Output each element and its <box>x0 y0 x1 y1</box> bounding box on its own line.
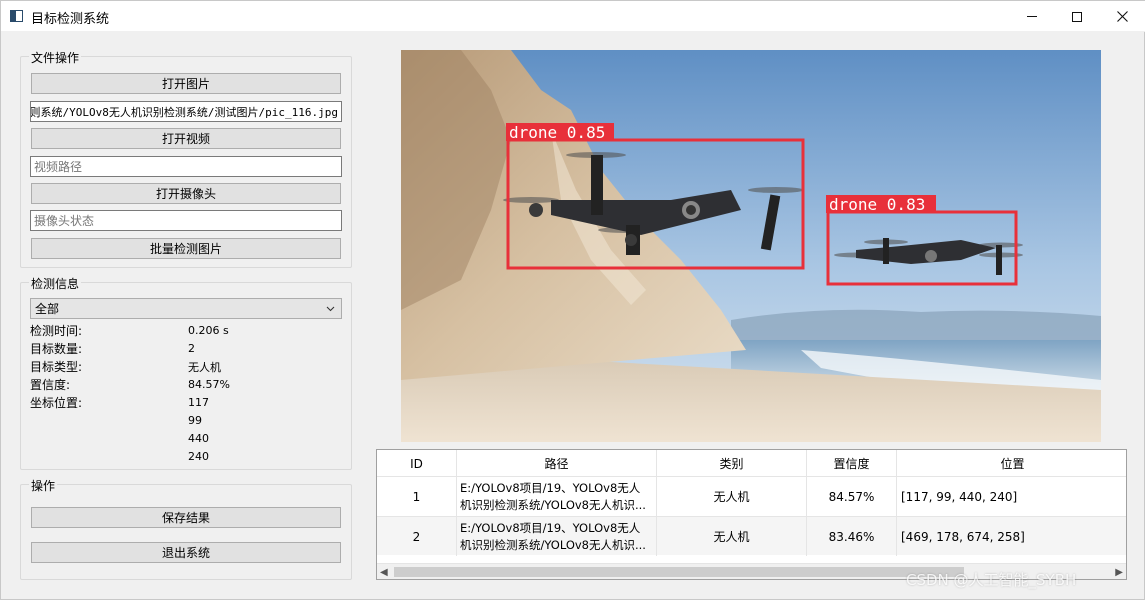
camera-status-field[interactable]: 摄像头状态 <box>30 210 342 231</box>
col-header-confidence[interactable]: 置信度 <box>807 450 897 477</box>
target-count-label: 目标数量: <box>30 342 83 356</box>
cell-path-line1: E:/YOLOv8项目/19、YOLOv8无人 <box>460 520 641 535</box>
bbox-label-2: drone 0.83 <box>829 195 925 214</box>
confidence-label: 置信度: <box>30 378 71 392</box>
cell-path: E:/YOLOv8项目/19、YOLOv8无人 机识别检测系统/YOLOv8无人… <box>457 477 657 516</box>
app-window: 目标检测系统 文件操作 打开图片 则系统/YOLOv8无人机识别检测系统/测试图… <box>0 0 1145 600</box>
table-row[interactable]: 1 E:/YOLOv8项目/19、YOLOv8无人 机识别检测系统/YOLOv8… <box>377 476 1126 516</box>
window-title: 目标检测系统 <box>31 12 110 27</box>
ops-group: 操作 <box>20 477 352 580</box>
cell-path: E:/YOLOv8项目/19、YOLOv8无人 机识别检测系统/YOLOv8无人… <box>457 517 657 556</box>
chevron-down-icon <box>326 306 335 312</box>
close-icon <box>1116 11 1128 22</box>
open-camera-button[interactable]: 打开摄像头 <box>31 183 341 204</box>
watermark: CSDN @人工智能_SYBH <box>906 571 1077 589</box>
camera-status-placeholder: 摄像头状态 <box>34 214 95 228</box>
table-row[interactable]: 2 E:/YOLOv8项目/19、YOLOv8无人 机识别检测系统/YOLOv8… <box>377 516 1126 556</box>
save-result-button[interactable]: 保存结果 <box>31 507 341 528</box>
table-header: ID 路径 类别 置信度 位置 <box>377 450 1126 477</box>
detection-scene: drone 0.85 drone 0.83 <box>401 50 1101 442</box>
coord-xmax-value: 440 <box>188 432 209 445</box>
minimize-button[interactable] <box>1009 1 1055 32</box>
target-filter-select[interactable]: 全部 <box>30 298 342 319</box>
maximize-icon <box>1072 11 1082 22</box>
cell-position: [469, 178, 674, 258] <box>901 529 1025 544</box>
detect-info-title: 检测信息 <box>29 275 82 292</box>
cell-class: 无人机 <box>657 517 807 556</box>
open-video-button[interactable]: 打开视频 <box>31 128 341 149</box>
cell-class: 无人机 <box>657 477 807 516</box>
minimize-icon <box>1027 16 1037 17</box>
video-path-placeholder: 视频路径 <box>34 160 83 174</box>
cell-confidence: 84.57% <box>807 477 897 516</box>
col-header-path[interactable]: 路径 <box>457 450 657 477</box>
title-bar: 目标检测系统 <box>1 1 1145 32</box>
image-path-value: 则系统/YOLOv8无人机识别检测系统/测试图片/pic_116.jpg <box>30 105 338 119</box>
target-type-label: 目标类型: <box>30 360 83 374</box>
file-ops-title: 文件操作 <box>29 49 82 66</box>
ops-title: 操作 <box>29 477 58 494</box>
col-header-position[interactable]: 位置 <box>897 450 1126 477</box>
image-path-field[interactable]: 则系统/YOLOv8无人机识别检测系统/测试图片/pic_116.jpg <box>30 101 342 122</box>
batch-detect-button[interactable]: 批量检测图片 <box>31 238 341 259</box>
app-window-icon <box>10 10 23 22</box>
scroll-right-icon[interactable]: ▶ <box>1115 567 1123 578</box>
video-path-field[interactable]: 视频路径 <box>30 156 342 177</box>
confidence-value: 84.57% <box>188 378 230 391</box>
cell-id: 2 <box>377 517 457 556</box>
detect-time-label: 检测时间: <box>30 324 83 338</box>
cell-confidence: 83.46% <box>807 517 897 556</box>
detect-time-value: 0.206 s <box>188 324 229 337</box>
col-header-class[interactable]: 类别 <box>657 450 807 477</box>
col-header-id[interactable]: ID <box>377 450 457 477</box>
exit-system-button[interactable]: 退出系统 <box>31 542 341 563</box>
cell-path-line2: 机识别检测系统/YOLOv8无人机识... <box>460 497 646 512</box>
coord-ymin-value: 99 <box>188 414 202 427</box>
target-type-value: 无人机 <box>188 361 221 374</box>
target-count-value: 2 <box>188 342 195 355</box>
open-image-button[interactable]: 打开图片 <box>31 73 341 94</box>
cell-path-line1: E:/YOLOv8项目/19、YOLOv8无人 <box>460 480 641 495</box>
close-button[interactable] <box>1099 1 1145 32</box>
cell-id: 1 <box>377 477 457 516</box>
coord-label: 坐标位置: <box>30 396 83 410</box>
cell-path-line2: 机识别检测系统/YOLOv8无人机识... <box>460 537 646 552</box>
detection-image: drone 0.85 drone 0.83 <box>401 50 1101 442</box>
cell-position: [117, 99, 440, 240] <box>901 489 1018 504</box>
results-table: ID 路径 类别 置信度 位置 1 E:/YOLOv8项目/19、YOLOv8无… <box>376 449 1127 580</box>
maximize-button[interactable] <box>1054 1 1100 32</box>
scroll-left-icon[interactable]: ◀ <box>380 567 388 578</box>
bbox-label-1: drone 0.85 <box>509 123 605 142</box>
target-filter-value: 全部 <box>35 302 60 316</box>
coord-ymax-value: 240 <box>188 450 209 463</box>
scrollbar-thumb[interactable] <box>394 567 964 577</box>
coord-xmin-value: 117 <box>188 396 209 409</box>
